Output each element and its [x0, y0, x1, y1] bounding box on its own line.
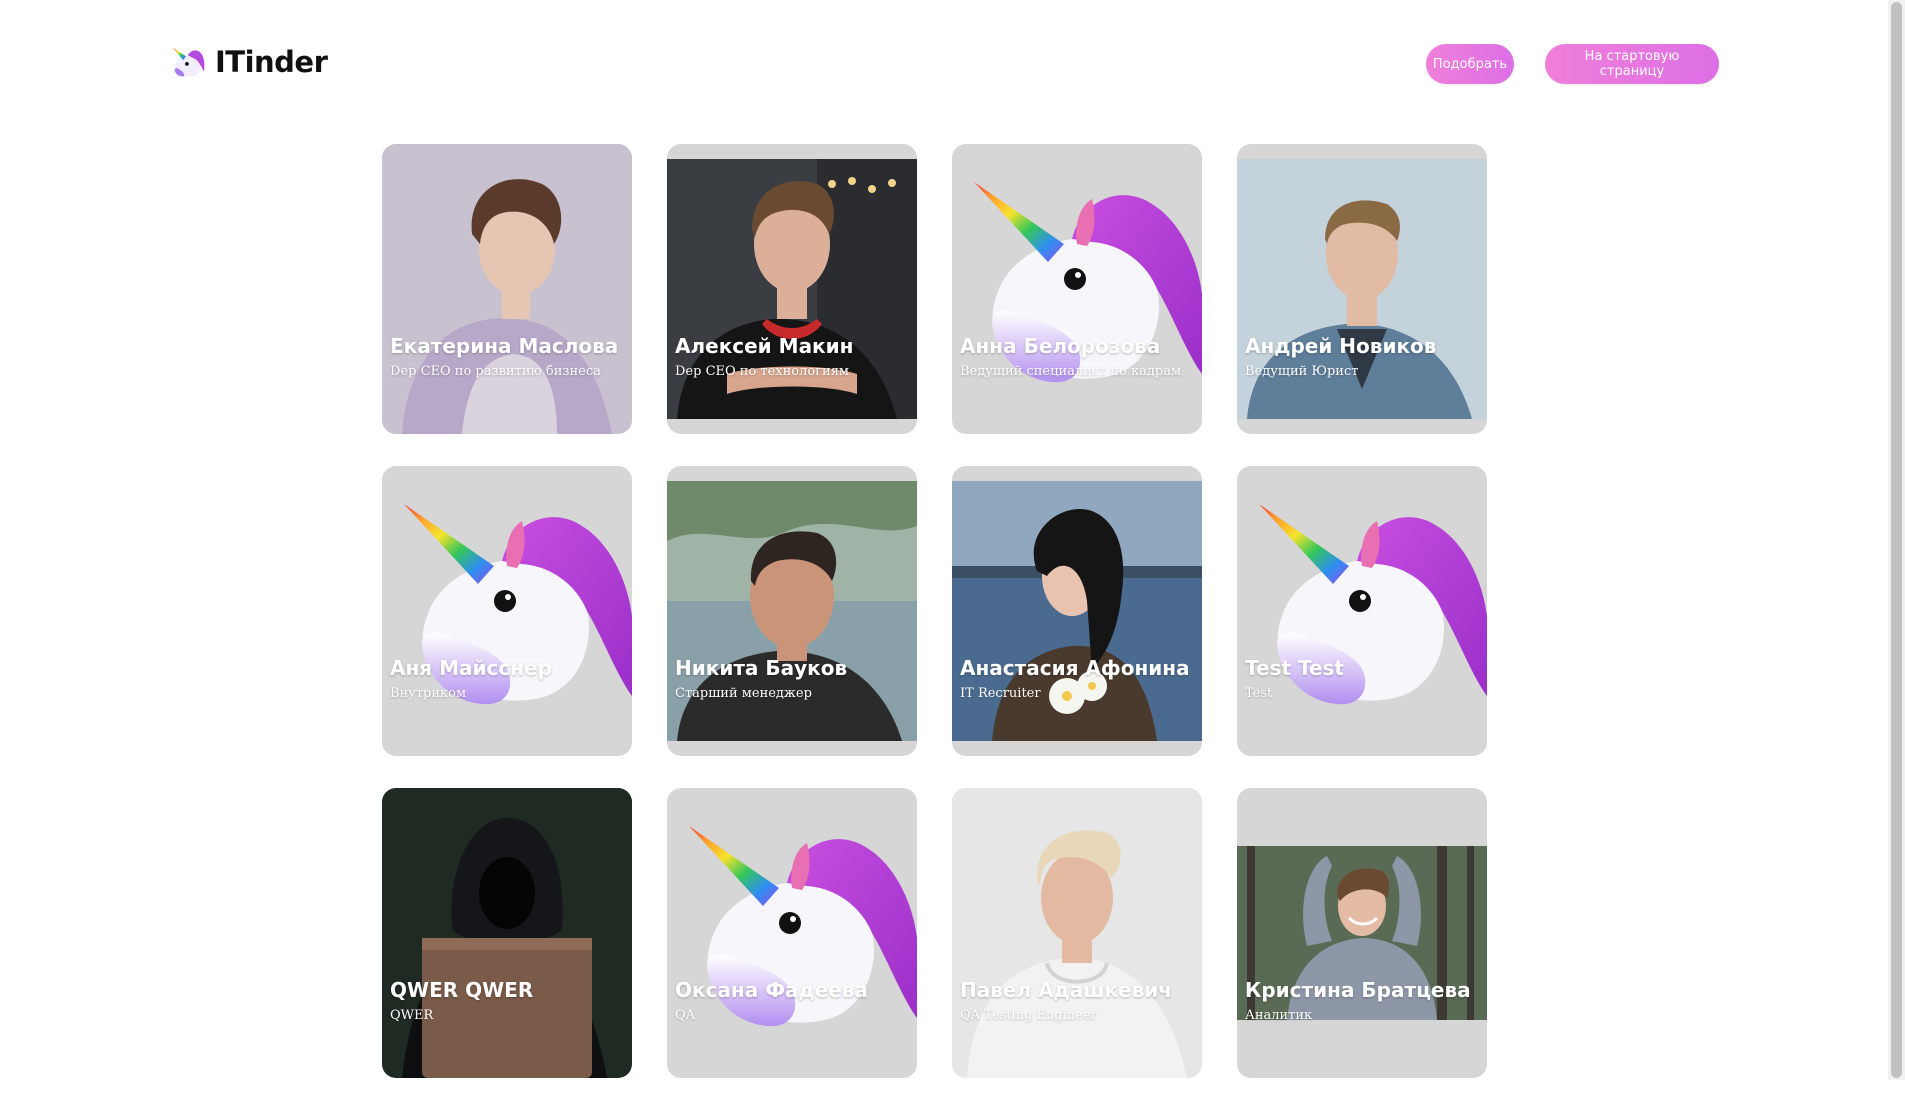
unicorn-placeholder-icon [1237, 466, 1487, 756]
card-info: Анна Белорозова Ведущий специалист по ка… [960, 334, 1196, 381]
header: ITinder Подобрать На стартовую страницу [0, 0, 1905, 130]
profile-card[interactable]: Кристина Братцева Аналитик [1237, 788, 1487, 1078]
profile-card[interactable]: Test Test Test [1237, 466, 1487, 756]
profiles-grid: Екатерина Маслова Dep CEO по развитию би… [382, 144, 1492, 1094]
profile-card[interactable]: Анна Белорозова Ведущий специалист по ка… [952, 144, 1202, 434]
card-name: Test Test [1245, 656, 1344, 680]
card-role: Test [1245, 686, 1273, 701]
card-name: Андрей Новиков [1245, 334, 1437, 358]
unicorn-placeholder-icon [382, 466, 632, 756]
card-role: Аналитик [1245, 1008, 1313, 1023]
card-name: Алексей Макин [675, 334, 854, 358]
logo[interactable]: ITinder [167, 43, 328, 81]
card-info: QWER QWER QWER [390, 978, 626, 1025]
profile-card[interactable]: Алексей Макин Dep CEO по технологиям [667, 144, 917, 434]
card-role: QA [675, 1008, 696, 1023]
card-name: Никита Бауков [675, 656, 848, 680]
profile-card[interactable]: Екатерина Маслова Dep CEO по развитию би… [382, 144, 632, 434]
card-name: Кристина Братцева [1245, 978, 1471, 1002]
card-info: Кристина Братцева Аналитик [1245, 978, 1481, 1025]
card-role: Внутриком [390, 686, 467, 701]
profile-card[interactable]: Оксана Фадеева QA [667, 788, 917, 1078]
profile-card[interactable]: Павел Адашкевич QA Testing Engineer [952, 788, 1202, 1078]
avatar [952, 788, 1202, 1078]
card-name: Павел Адашкевич [960, 978, 1172, 1002]
vertical-scrollbar[interactable] [1888, 0, 1905, 1080]
card-role: QWER [390, 1008, 434, 1023]
card-info: Test Test Test [1245, 656, 1481, 703]
card-name: Анастасия Афонина [960, 656, 1190, 680]
match-button[interactable]: Подобрать [1426, 44, 1514, 84]
card-name: Аня Майсснер [390, 656, 552, 680]
card-name: Екатерина Маслова [390, 334, 619, 358]
profile-card[interactable]: QWER QWER QWER [382, 788, 632, 1078]
scrollbar-thumb[interactable] [1891, 2, 1902, 1078]
card-info: Алексей Макин Dep CEO по технологиям [675, 334, 911, 381]
card-info: Павел Адашкевич QA Testing Engineer [960, 978, 1196, 1025]
card-role: Dep CEO по технологиям [675, 364, 850, 379]
card-info: Екатерина Маслова Dep CEO по развитию би… [390, 334, 626, 381]
card-role: Ведущий Юрист [1245, 364, 1359, 379]
card-info: Анастасия Афонина IT Recruiter [960, 656, 1196, 703]
card-info: Андрей Новиков Ведущий Юрист [1245, 334, 1481, 381]
card-name: QWER QWER [390, 978, 534, 1002]
profile-card[interactable]: Анастасия Афонина IT Recruiter [952, 466, 1202, 756]
profile-card[interactable]: Никита Бауков Старший менеджер [667, 466, 917, 756]
card-info: Аня Майсснер Внутриком [390, 656, 626, 703]
unicorn-placeholder-icon [667, 788, 917, 1078]
card-role: Старший менеджер [675, 686, 812, 701]
profile-card[interactable]: Андрей Новиков Ведущий Юрист [1237, 144, 1487, 434]
card-role: Dep CEO по развитию бизнеса [390, 364, 601, 379]
avatar [382, 788, 632, 1078]
start-page-button[interactable]: На стартовую страницу [1545, 44, 1719, 84]
card-role: IT Recruiter [960, 686, 1041, 701]
unicorn-logo-icon [172, 47, 205, 77]
card-info: Оксана Фадеева QA [675, 978, 911, 1025]
logo-text: ITinder [215, 45, 328, 79]
card-name: Анна Белорозова [960, 334, 1161, 358]
card-role: Ведущий специалист по кадрам [960, 364, 1182, 379]
card-info: Никита Бауков Старший менеджер [675, 656, 911, 703]
unicorn-placeholder-icon [952, 144, 1202, 434]
profile-card[interactable]: Аня Майсснер Внутриком [382, 466, 632, 756]
card-role: QA Testing Engineer [960, 1008, 1097, 1023]
card-name: Оксана Фадеева [675, 978, 868, 1002]
avatar [382, 144, 632, 434]
